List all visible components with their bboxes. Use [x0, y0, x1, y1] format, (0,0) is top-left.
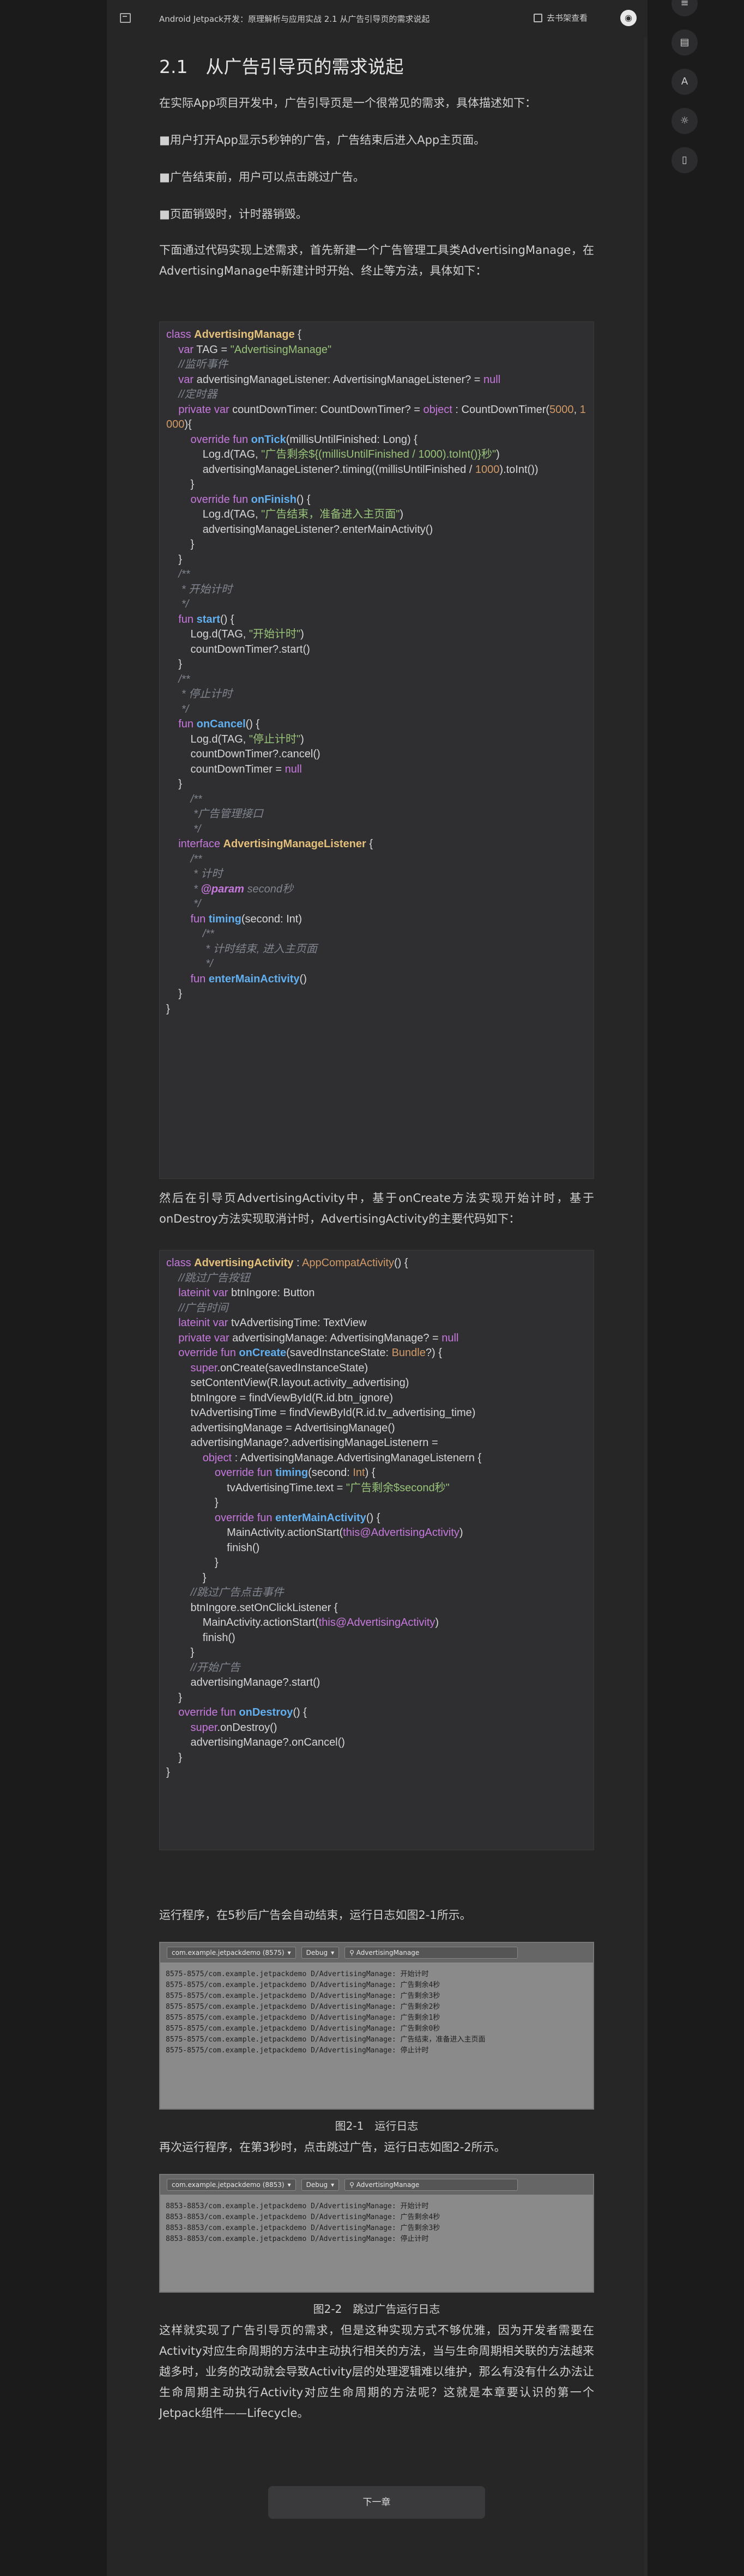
avatar[interactable]: ◉ — [620, 10, 637, 26]
code-block-advertising-activity: class AdvertisingActivity : AppCompatAct… — [159, 1250, 594, 1850]
log-line: 8575-8575/com.example.jetpackdemo D/Adve… — [166, 2046, 429, 2055]
logcat-search-input[interactable]: ⚲ AdvertisingManage — [344, 2179, 518, 2191]
figure-2-1-logcat: com.example.jetpackdemo (8575) ▾ Debug ▾… — [159, 1942, 594, 2110]
log-list: 8853-8853/com.example.jetpackdemo D/Adve… — [160, 2195, 593, 2292]
log-level-select[interactable]: Debug ▾ — [301, 2179, 340, 2191]
bullet-item: ■广告结束前，用户可以点击跳过广告。 — [159, 171, 365, 184]
log-line: 8853-8853/com.example.jetpackdemo D/Adve… — [166, 2224, 440, 2232]
process-select[interactable]: com.example.jetpackdemo (8575) ▾ — [167, 1947, 296, 1959]
phone-read-icon[interactable]: ▯ — [672, 147, 698, 173]
shelf-icon — [534, 13, 542, 22]
log-line: 8575-8575/com.example.jetpackdemo D/Adve… — [166, 2036, 486, 2044]
log-line: 8575-8575/com.example.jetpackdemo D/Adve… — [166, 1981, 440, 1989]
log-line: 8575-8575/com.example.jetpackdemo D/Adve… — [166, 2014, 440, 2022]
bullet-item: ■页面销毁时，计时器销毁。 — [159, 208, 307, 221]
run-paragraph-2: 再次运行程序，在第3秒时，点击跳过广告，运行日志如图2-2所示。 — [159, 2141, 506, 2154]
next-chapter-button[interactable]: 下一章 — [268, 2486, 485, 2519]
page-title: Android Jetpack开发：原理解析与应用实战 2.1 从广告引导页的需… — [159, 14, 430, 24]
closing-paragraph: 这样就实现了广告引导页的需求，但是这种实现方式不够优雅，因为开发者需要在Acti… — [159, 2324, 594, 2420]
shelf-label: 去书架查看 — [547, 13, 588, 23]
logcat-search-input[interactable]: ⚲ AdvertisingManage — [344, 1947, 518, 1959]
scrollbar[interactable] — [644, 0, 648, 2576]
log-level-select[interactable]: Debug ▾ — [301, 1947, 340, 1959]
figure-caption: 图2-1 运行日志 — [335, 2119, 419, 2133]
go-to-shelf-button[interactable]: 去书架查看 — [534, 12, 588, 23]
run-paragraph-1: 运行程序，在5秒后广告会自动结束，运行日志如图2-1所示。 — [159, 1909, 471, 1922]
intro-paragraph: 在实际App项目开发中，广告引导页是一个很常见的需求，具体描述如下： — [159, 96, 537, 110]
brightness-icon[interactable]: ☼ — [672, 108, 698, 134]
code-block-advertising-manage: class AdvertisingManage { var TAG = "Adv… — [159, 321, 594, 1179]
font-size-icon[interactable]: A — [672, 69, 698, 95]
log-line: 8575-8575/com.example.jetpackdemo D/Adve… — [166, 2003, 440, 2011]
log-line: 8853-8853/com.example.jetpackdemo D/Adve… — [166, 2235, 429, 2243]
logcat-toolbar: com.example.jetpackdemo (8853) ▾ Debug ▾… — [160, 2175, 593, 2195]
section-title: 2.1 从广告引导页的需求说起 — [159, 56, 404, 77]
code-intro-paragraph: 下面通过代码实现上述需求，首先新建一个广告管理工具类AdvertisingMan… — [159, 244, 594, 277]
log-line: 8853-8853/com.example.jetpackdemo D/Adve… — [166, 2202, 429, 2210]
log-line: 8575-8575/com.example.jetpackdemo D/Adve… — [166, 1992, 440, 2000]
side-toolbar: ≡ ▤ A ☼ ▯ — [672, 0, 702, 186]
process-select[interactable]: com.example.jetpackdemo (8853) ▾ — [167, 2179, 296, 2191]
catalog-icon[interactable]: ≡ — [672, 0, 698, 16]
log-line: 8575-8575/com.example.jetpackdemo D/Adve… — [166, 2025, 440, 2033]
figure-caption: 图2-2 跳过广告运行日志 — [313, 2302, 440, 2316]
log-line: 8575-8575/com.example.jetpackdemo D/Adve… — [166, 1970, 429, 1978]
top-bar: Android Jetpack开发：原理解析与应用实战 2.1 从广告引导页的需… — [107, 0, 648, 37]
bullet-item: ■用户打开App显示5秒钟的广告，广告结束后进入App主页面。 — [159, 133, 486, 147]
log-list: 8575-8575/com.example.jetpackdemo D/Adve… — [160, 1963, 593, 2109]
activity-intro-paragraph: 然后在引导页AdvertisingActivity中，基于onCreate方法实… — [159, 1192, 594, 1225]
book-toc-icon[interactable] — [120, 13, 131, 23]
notes-icon[interactable]: ▤ — [672, 29, 698, 56]
figure-2-2-logcat: com.example.jetpackdemo (8853) ▾ Debug ▾… — [159, 2174, 594, 2293]
log-line: 8853-8853/com.example.jetpackdemo D/Adve… — [166, 2213, 440, 2221]
logcat-toolbar: com.example.jetpackdemo (8575) ▾ Debug ▾… — [160, 1943, 593, 1963]
